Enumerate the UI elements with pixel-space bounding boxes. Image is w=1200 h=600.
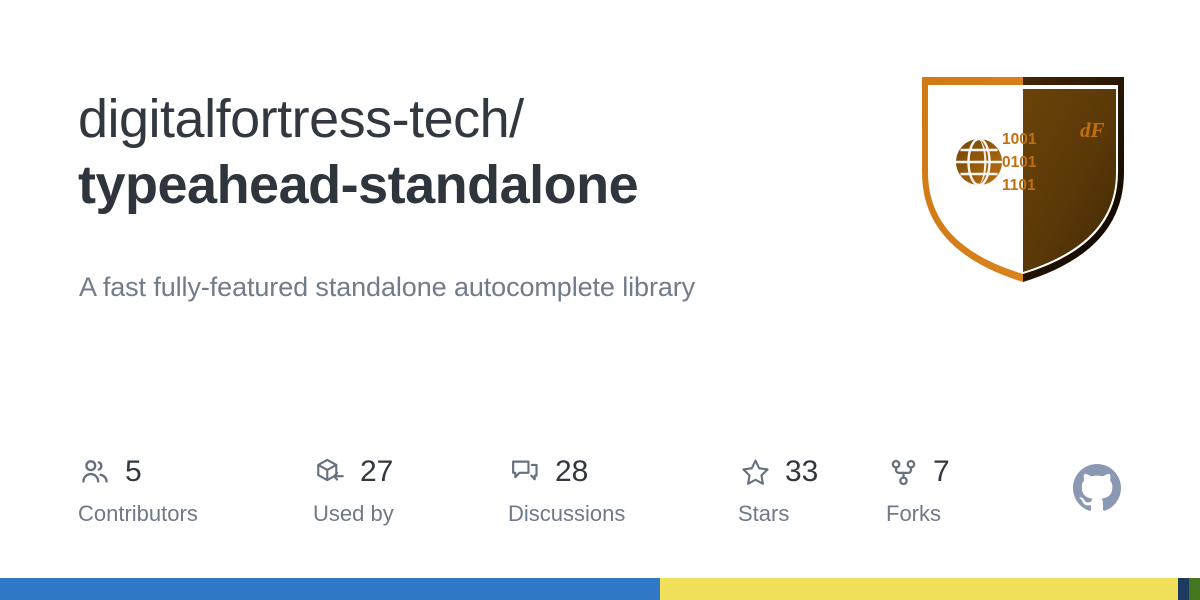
stat-forks-label: Forks <box>886 501 941 526</box>
repository-heading: digitalfortress-tech/ typeahead-standalo… <box>78 86 858 218</box>
repo-forked-icon <box>886 455 920 489</box>
stat-forks-count: 7 <box>933 455 950 488</box>
green-segment <box>1188 578 1200 600</box>
stat-stars[interactable]: 33 Stars <box>738 452 818 528</box>
logo-monogram: dF <box>1080 118 1105 142</box>
stat-discussions[interactable]: 28 Discussions <box>508 452 625 528</box>
stat-contributors-label: Contributors <box>78 501 198 526</box>
star-icon <box>738 455 772 489</box>
javascript-segment <box>660 578 1179 600</box>
stat-stars-count: 33 <box>785 455 819 488</box>
navy-segment <box>1178 578 1189 600</box>
stat-used-by-label: Used by <box>313 501 394 526</box>
repository-stats: 5 Contributors 27 Used by 28 Discussions… <box>78 452 1078 536</box>
stat-stars-label: Stars <box>738 501 790 526</box>
digitalfortress-shield-logo: 1001 0101 1101 dF <box>908 72 1138 287</box>
github-social-preview-card: digitalfortress-tech/ typeahead-standalo… <box>0 0 1200 600</box>
package-icon <box>313 455 347 489</box>
stat-forks[interactable]: 7 Forks <box>886 452 950 528</box>
stat-discussions-label: Discussions <box>508 501 626 526</box>
logo-binary-line-1: 1001 <box>1002 131 1037 148</box>
github-octocat-icon <box>1073 464 1121 512</box>
stat-contributors-count: 5 <box>125 455 142 488</box>
stat-used-by[interactable]: 27 Used by <box>313 452 394 528</box>
logo-binary-line-2: 0101 <box>1002 154 1037 171</box>
repository-owner[interactable]: digitalfortress-tech/ <box>78 86 858 152</box>
stat-used-by-count: 27 <box>360 455 394 488</box>
repository-name[interactable]: typeahead-standalone <box>78 152 858 218</box>
comment-icon <box>508 455 542 489</box>
stat-contributors[interactable]: 5 Contributors <box>78 452 198 528</box>
typescript-segment <box>0 578 660 600</box>
people-icon <box>78 455 112 489</box>
language-bar <box>0 578 1200 600</box>
stat-discussions-count: 28 <box>555 455 589 488</box>
repository-description: A fast fully-featured standalone autocom… <box>79 272 696 302</box>
logo-binary-line-3: 1101 <box>1002 177 1036 194</box>
